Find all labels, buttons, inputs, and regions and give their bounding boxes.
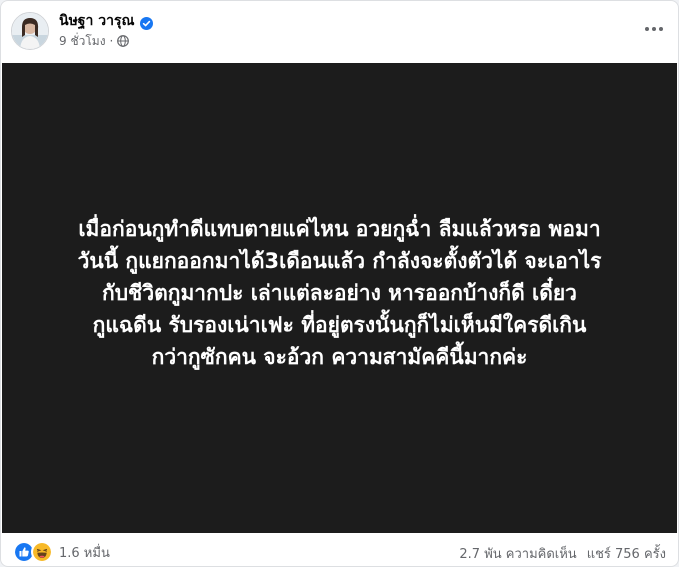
- author-row: นิษฐา วารุณ: [59, 11, 153, 31]
- author-name[interactable]: นิษฐา วารุณ: [59, 10, 135, 32]
- meta-separator: ·: [109, 34, 114, 48]
- globe-icon[interactable]: [117, 35, 130, 47]
- comment-count[interactable]: 2.7 พัน ความคิดเห็น: [459, 543, 576, 564]
- post-header: นิษฐา วารุณ 9 ชั่วโมง ·: [1, 1, 678, 63]
- post-card: นิษฐา วารุณ 9 ชั่วโมง · เมื่อก่อนกูทำดีแ…: [0, 0, 679, 567]
- post-text-line: กับชีวิตกูมากปะ เล่าแต่ละอย่าง หารออกบ้า…: [102, 281, 577, 305]
- more-options-icon[interactable]: [638, 13, 670, 45]
- post-text: เมื่อก่อนกูทำดีแทบตายแค่ไหน อวยกูฉ่ำ ลืม…: [20, 213, 660, 373]
- author-avatar[interactable]: [11, 12, 49, 50]
- stats-spacer: [577, 543, 587, 564]
- post-text-line: วันนี้ กูแยกออกมาได้3เดือนแล้ว กำลังจะตั…: [77, 249, 602, 273]
- post-text-line: กูแฉดีน รับรองเน่าเฟะ ที่อยู่ตรงนั้นกูก็…: [92, 313, 587, 337]
- engagement-stats: 2.7 พัน ความคิดเห็น แชร์ 756 ครั้ง: [459, 543, 666, 564]
- post-timestamp[interactable]: 9 ชั่วโมง: [59, 32, 106, 51]
- post-text-line: เมื่อก่อนกูทำดีแทบตายแค่ไหน อวยกูฉ่ำ ลืม…: [78, 217, 601, 241]
- post-footer: 1.6 หมื่น 2.7 พัน ความคิดเห็น แชร์ 756 ค…: [1, 533, 678, 566]
- reactions-summary[interactable]: 1.6 หมื่น: [13, 541, 110, 563]
- haha-icon: [31, 541, 53, 563]
- verified-badge-icon: [139, 15, 153, 30]
- post-text-background: เมื่อก่อนกูทำดีแทบตายแค่ไหน อวยกูฉ่ำ ลืม…: [2, 63, 677, 533]
- reaction-count[interactable]: 1.6 หมื่น: [59, 542, 110, 563]
- post-meta: 9 ชั่วโมง ·: [59, 32, 130, 51]
- post-text-line: กว่ากูซักคน จะอ้วก ความสามัคคีนี้มากค่ะ: [151, 345, 528, 369]
- share-count[interactable]: แชร์ 756 ครั้ง: [587, 543, 666, 564]
